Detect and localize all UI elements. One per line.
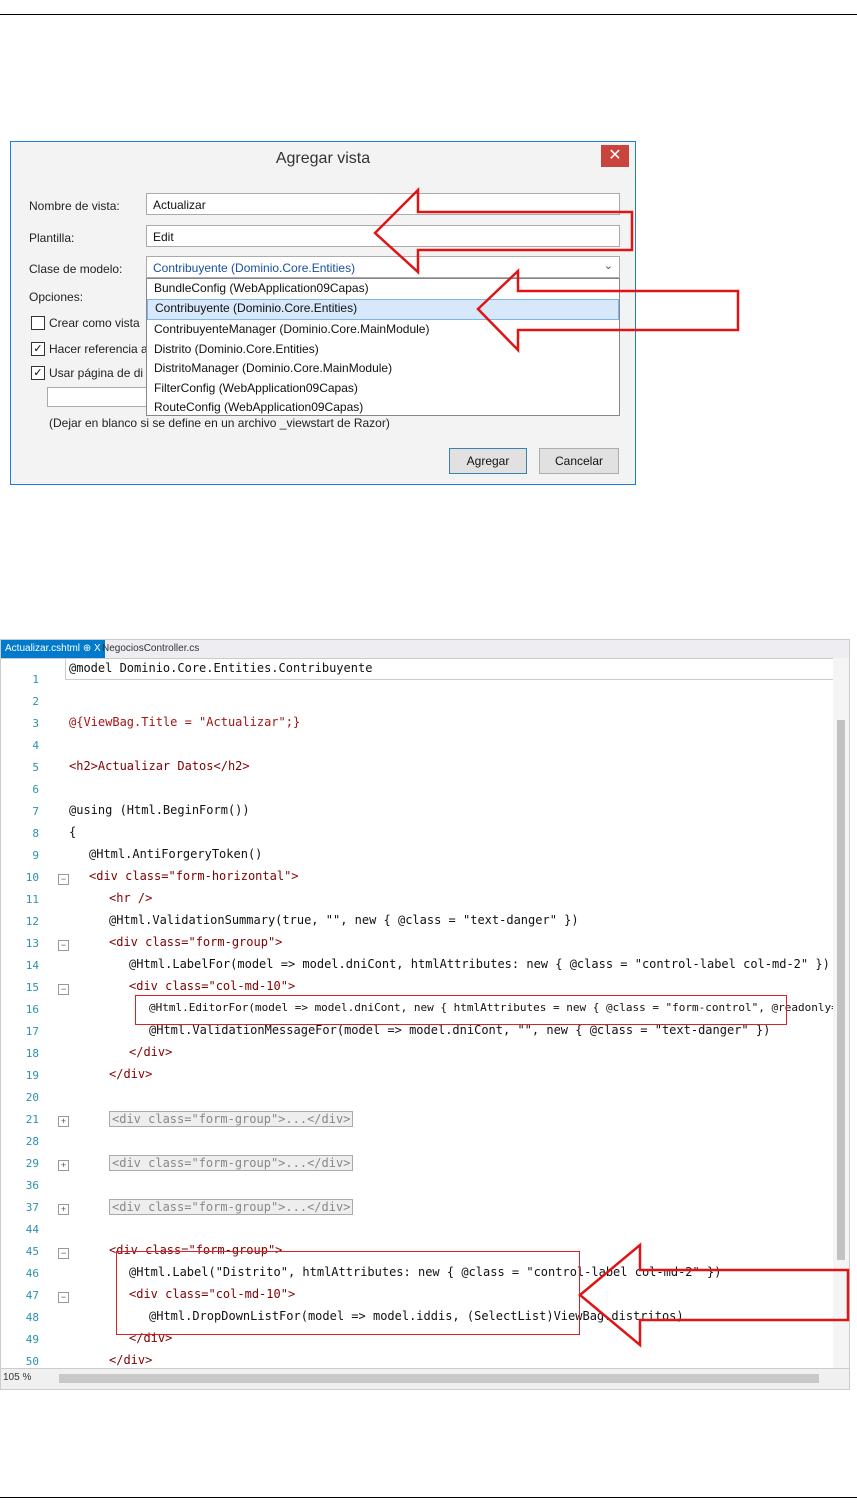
code-line-8[interactable]: {	[69, 825, 76, 839]
line-number: 1	[32, 673, 39, 686]
line-number: 37	[25, 1201, 39, 1214]
code-line-37-collapsed[interactable]: <div class="form-group">...</div>	[109, 1199, 354, 1215]
highlight-editorfor	[135, 995, 787, 1025]
line-number: 7	[32, 805, 39, 818]
code-line-14[interactable]: @Html.LabelFor(model => model.dniCont, h…	[129, 957, 830, 971]
line-number: 29	[25, 1157, 39, 1170]
line-number: 19	[25, 1069, 39, 1082]
code-line-12[interactable]: @Html.ValidationSummary(true, "", new { …	[109, 913, 579, 927]
vertical-scroll-thumb[interactable]	[837, 720, 845, 1260]
line-number: 36	[25, 1179, 39, 1192]
code-line-18[interactable]: </div>	[129, 1045, 172, 1059]
line-number: 17	[25, 1025, 39, 1038]
code-line-9[interactable]: @Html.AntiForgeryToken()	[89, 847, 262, 861]
line-number: 12	[25, 915, 39, 928]
horizontal-scroll-thumb[interactable]	[59, 1374, 819, 1383]
editor-tabs: Actualizar.cshtml ⊕ X NegociosController…	[1, 640, 849, 659]
expand-icon[interactable]: +	[58, 1116, 69, 1127]
code-line-7[interactable]: @using (Html.BeginForm())	[69, 803, 250, 817]
line-number: 10	[25, 871, 39, 884]
annotation-arrows-dialog	[373, 186, 740, 354]
code-line-1[interactable]: @model Dominio.Core.Entities.Contribuyen…	[69, 661, 372, 675]
code-line-3[interactable]: @{ViewBag.Title = "Actualizar";}	[69, 715, 300, 729]
line-number: 28	[25, 1135, 39, 1148]
line-number: 3	[32, 717, 39, 730]
tab-negocios-controller[interactable]: NegociosController.cs	[98, 640, 203, 658]
line-number: 2	[32, 695, 39, 708]
arrow-template-icon	[373, 186, 634, 275]
line-number: 4	[32, 739, 39, 752]
code-line-5[interactable]: <h2>Actualizar Datos</h2>	[69, 759, 250, 773]
collapse-icon[interactable]: −	[58, 984, 69, 995]
line-number: 8	[32, 827, 39, 840]
arrow-distrito-icon	[578, 1242, 850, 1348]
line-number: 15	[25, 981, 39, 994]
code-line-19[interactable]: </div>	[109, 1067, 152, 1081]
line-number: 18	[25, 1047, 39, 1060]
line-number: 14	[25, 959, 39, 972]
zoom-level[interactable]: 105 %	[3, 1372, 31, 1383]
code-line-29-collapsed[interactable]: <div class="form-group">...</div>	[109, 1155, 354, 1171]
line-number: 11	[25, 893, 39, 906]
code-line-21-collapsed[interactable]: <div class="form-group">...</div>	[109, 1111, 354, 1127]
collapse-icon[interactable]: −	[58, 874, 69, 885]
line-number: 16	[25, 1003, 39, 1016]
collapse-icon[interactable]: −	[58, 940, 69, 951]
code-line-17[interactable]: @Html.ValidationMessageFor(model => mode…	[149, 1023, 770, 1037]
line-number: 5	[32, 761, 39, 774]
code-line-15[interactable]: <div class="col-md-10">	[129, 979, 295, 993]
horizontal-scrollbar[interactable]: 105 %	[1, 1368, 849, 1389]
line-number: 20	[25, 1091, 39, 1104]
code-line-10[interactable]: <div class="form-horizontal">	[89, 869, 299, 883]
expand-icon[interactable]: +	[58, 1160, 69, 1171]
annotation-arrow-editor	[578, 1242, 850, 1348]
code-line-11[interactable]: <hr />	[109, 891, 152, 905]
code-line-13[interactable]: <div class="form-group">	[109, 935, 282, 949]
tab-label: Actualizar.cshtml	[5, 643, 81, 654]
expand-icon[interactable]: +	[58, 1204, 69, 1215]
tab-actualizar-cshtml[interactable]: Actualizar.cshtml ⊕ X	[1, 640, 105, 658]
line-number: 6	[32, 783, 39, 796]
bottom-rule	[0, 1497, 857, 1498]
line-number: 13	[25, 937, 39, 950]
line-number: 21	[25, 1113, 39, 1126]
line-number: 9	[32, 849, 39, 862]
arrow-model-class-icon	[476, 268, 740, 354]
